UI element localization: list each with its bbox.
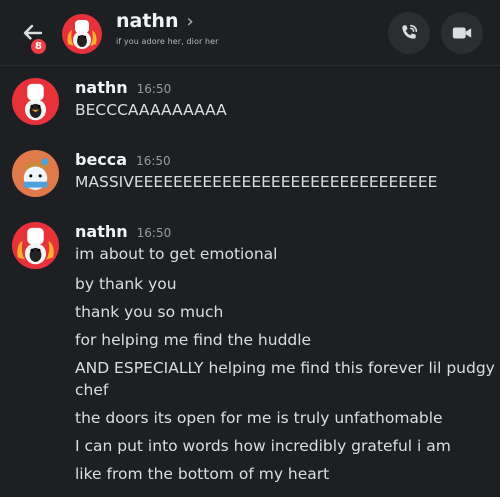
- phone-icon: [402, 24, 418, 39]
- message-group: nathn 16:50 im about to get emotional by…: [0, 222, 500, 492]
- message-text: like from the bottom of my heart: [75, 465, 330, 483]
- voice-call-button[interactable]: [388, 12, 430, 54]
- message-header: nathn 16:50: [75, 78, 171, 97]
- video-call-button[interactable]: [441, 12, 483, 54]
- video-camera-icon: [452, 27, 472, 39]
- channel-name: nathn: [116, 10, 179, 32]
- message-header: becca 16:50: [75, 150, 171, 169]
- user-avatar[interactable]: [12, 222, 59, 269]
- author-name[interactable]: becca: [75, 150, 127, 169]
- timestamp: 16:50: [136, 82, 172, 96]
- message-text: thank you so much: [75, 303, 224, 321]
- message-text: chef: [75, 381, 109, 399]
- message-header: nathn 16:50: [75, 222, 171, 241]
- timestamp: 16:50: [136, 154, 171, 168]
- message-group: becca 16:50 MASSIVEEEEEEEEEEEEEEEEEEEEEE…: [0, 150, 500, 210]
- message-text: AND ESPECIALLY helping me find this fore…: [75, 359, 495, 377]
- message-text: for helping me find the huddle: [75, 331, 312, 349]
- message-group: nathn 16:50 BECCCAAAAAAAAA: [0, 78, 500, 138]
- author-name[interactable]: nathn: [75, 78, 128, 97]
- custom-status: if you adore her, dior her: [116, 37, 219, 46]
- channel-title[interactable]: nathn ›: [116, 10, 194, 32]
- message-text: I can put into words how incredibly grat…: [75, 437, 451, 455]
- chat-header: 8 nathn › if you adore her, dior her: [0, 0, 500, 66]
- message-text: the doors its open for me is truly unfat…: [75, 409, 443, 427]
- user-avatar[interactable]: [12, 150, 59, 197]
- message-text: MASSIVEEEEEEEEEEEEEEEEEEEEEEEEEEEEEEE: [75, 173, 438, 191]
- message-text: by thank you: [75, 275, 177, 293]
- chevron-right-icon: ›: [186, 10, 194, 32]
- message-text: BECCCAAAAAAAAA: [75, 101, 227, 119]
- user-avatar[interactable]: [12, 78, 59, 125]
- unread-badge: 8: [28, 36, 49, 57]
- author-name[interactable]: nathn: [75, 222, 128, 241]
- message-text: im about to get emotional: [75, 245, 278, 263]
- header-avatar[interactable]: [62, 14, 102, 54]
- timestamp: 16:50: [136, 226, 172, 240]
